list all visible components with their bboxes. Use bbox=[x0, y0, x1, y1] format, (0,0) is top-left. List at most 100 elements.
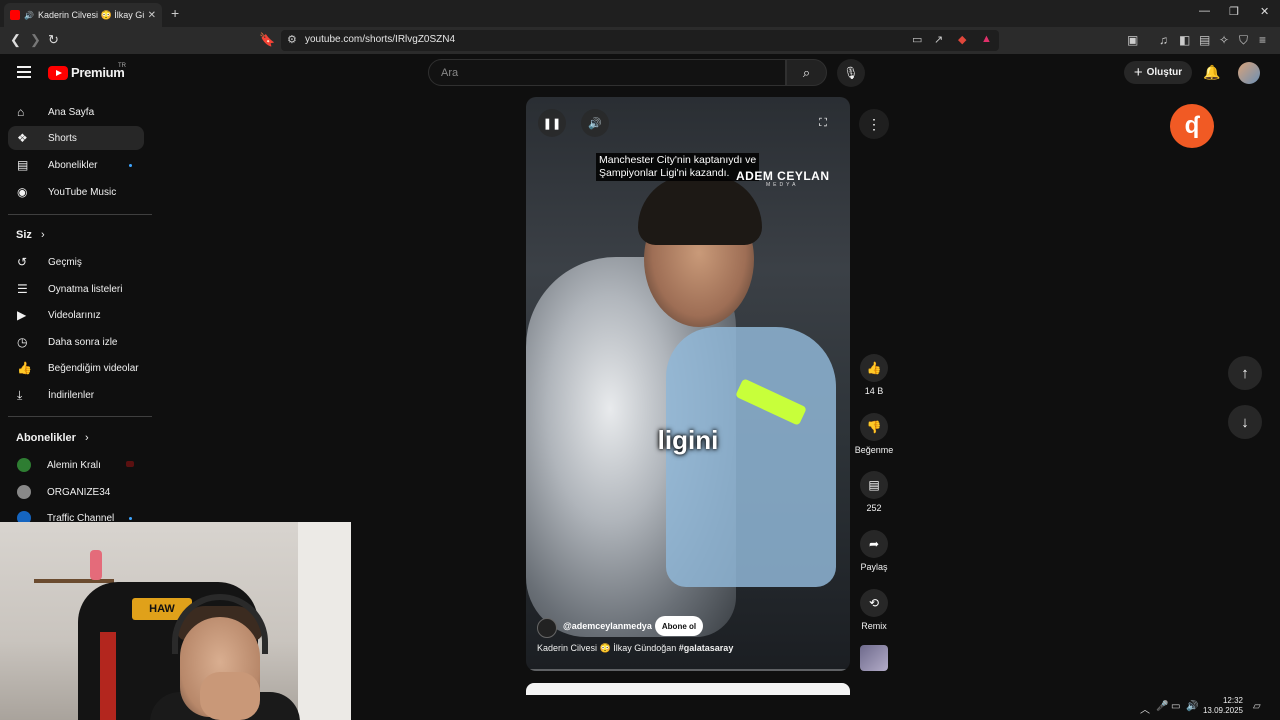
caption-line: Şampiyonlar Ligi'ni kazandı. bbox=[599, 167, 730, 179]
comment-count: 252 bbox=[866, 503, 882, 513]
channel-avatar[interactable] bbox=[537, 618, 557, 638]
sidebar-item-home[interactable]: ⌂ Ana Sayfa bbox=[8, 100, 144, 124]
channel-handle[interactable]: @ademceylanmedya bbox=[563, 621, 652, 631]
menu-icon[interactable]: ≡ bbox=[1259, 33, 1266, 47]
guide-menu-icon[interactable] bbox=[17, 66, 31, 78]
network-icon[interactable]: ▭ bbox=[1171, 701, 1180, 712]
sidebar-toggle-icon[interactable]: ◧ bbox=[1179, 33, 1190, 47]
like-action[interactable]: 👍 14 B bbox=[853, 354, 895, 396]
audio-playing-icon[interactable]: 🔊 bbox=[24, 11, 34, 20]
thumbs-down-icon: 👎 bbox=[866, 420, 882, 434]
brave-shield-icon[interactable]: ◆ bbox=[958, 33, 966, 46]
sidebar-item-your-videos[interactable]: ▶ Videolarınız bbox=[8, 303, 144, 327]
sidebar-item-youtube-music[interactable]: ◉ YouTube Music bbox=[8, 180, 144, 204]
system-clock[interactable]: 12:32 13.09.2025 bbox=[1199, 696, 1243, 716]
screenshot-icon[interactable]: ▣ bbox=[1127, 33, 1138, 47]
plus-icon: + bbox=[1133, 64, 1143, 81]
previous-short-button[interactable]: ↑ bbox=[1228, 356, 1262, 390]
sidebar-item-playlists[interactable]: ☰ Oynatma listeleri bbox=[8, 277, 144, 301]
tray-overflow-icon[interactable]: ︿ bbox=[1140, 701, 1150, 716]
video-watermark: ADEM CEYLAN bbox=[736, 169, 830, 183]
back-button[interactable]: ❮ bbox=[10, 32, 21, 48]
speaker-icon[interactable]: 🔊 bbox=[1186, 701, 1198, 712]
share-icon[interactable]: ↗ bbox=[934, 33, 943, 46]
sidebar-item-history[interactable]: ↺ Geçmiş bbox=[8, 250, 144, 274]
wallet-icon[interactable]: ▤ bbox=[1199, 33, 1210, 47]
account-avatar[interactable] bbox=[1238, 62, 1260, 84]
browser-tab[interactable]: 🔊 Kaderin Cilvesi 😳 İlkay Günd ✕ bbox=[4, 3, 162, 27]
volume-button[interactable]: 🔊 bbox=[581, 109, 609, 137]
minimize-button[interactable]: — bbox=[1199, 5, 1210, 17]
voice-search-button[interactable]: 🎙 bbox=[837, 59, 865, 87]
sidebar-subscriptions-heading[interactable]: Abonelikler › bbox=[16, 432, 89, 444]
sidebar: ⌂ Ana Sayfa ❖ Shorts ▤ Abonelikler ◉ You… bbox=[0, 94, 160, 525]
create-button[interactable]: + Oluştur bbox=[1124, 61, 1192, 84]
sound-thumbnail[interactable] bbox=[860, 645, 888, 671]
sidebar-channel-item[interactable]: ORGANIZE34 bbox=[8, 480, 144, 504]
watch-later-icon: ◷ bbox=[17, 335, 28, 349]
dislike-action[interactable]: 👎 Beğenme bbox=[853, 413, 895, 455]
share-button[interactable]: ➦ bbox=[860, 530, 888, 558]
share-action[interactable]: ➦ Paylaş bbox=[853, 530, 895, 572]
sidebar-item-subscriptions[interactable]: ▤ Abonelikler bbox=[8, 153, 144, 177]
remix-button[interactable]: ⟲ bbox=[860, 589, 888, 617]
next-short-button[interactable]: ↓ bbox=[1228, 405, 1262, 439]
video-progress-bar[interactable] bbox=[526, 669, 850, 671]
comment-icon: ▤ bbox=[868, 478, 880, 492]
sidebar-item-shorts[interactable]: ❖ Shorts bbox=[8, 126, 144, 150]
dislike-button[interactable]: 👎 bbox=[860, 413, 888, 441]
channel-avatar bbox=[17, 485, 31, 499]
sidebar-item-label: Videolarınız bbox=[48, 309, 101, 321]
sidebar-item-watch-later[interactable]: ◷ Daha sonra izle bbox=[8, 330, 144, 354]
youtube-premium-logo[interactable]: Premium bbox=[48, 65, 125, 80]
subscribe-button[interactable]: Abone ol bbox=[655, 616, 703, 636]
dislike-label: Beğenme bbox=[854, 445, 894, 455]
video-title[interactable]: Kaderin Cilvesi 😳 İlkay Gündoğan #galata… bbox=[537, 643, 733, 654]
video-watermark-sub: MEDYA bbox=[766, 182, 799, 188]
address-bar[interactable]: ⚙ youtube.com/shorts/IRlvgZ0SZN4 ▭ ↗ ◆ ▲ bbox=[281, 30, 999, 51]
sidebar-item-liked-videos[interactable]: 👍 Beğendiğim videolar bbox=[8, 356, 144, 380]
notifications-bell-icon[interactable]: 🔔 bbox=[1203, 64, 1220, 81]
vpn-icon[interactable]: ⛉ bbox=[1239, 33, 1248, 48]
like-button[interactable]: 👍 bbox=[860, 354, 888, 382]
webcam-bottle bbox=[90, 550, 102, 580]
microphone-tray-icon[interactable]: 🎤 bbox=[1156, 701, 1168, 712]
reload-button[interactable]: ↻ bbox=[48, 32, 59, 48]
rewards-icon[interactable]: ▲ bbox=[981, 33, 992, 45]
chevron-right-icon: › bbox=[84, 432, 89, 444]
sidebar-item-downloads[interactable]: ⤓ İndirilenler bbox=[8, 383, 144, 407]
remix-action[interactable]: ⟲ Remix bbox=[853, 589, 895, 631]
comments-action[interactable]: ▤ 252 bbox=[853, 471, 895, 513]
search-button[interactable]: ⌕ bbox=[786, 59, 827, 86]
arrow-down-icon: ↓ bbox=[1241, 413, 1249, 431]
shorts-video-player[interactable]: ❚❚ 🔊 ⛶ Manchester City'nin kaptanıydı ve… bbox=[526, 97, 850, 671]
youtube-favicon-icon bbox=[10, 10, 20, 20]
hashtag-link[interactable]: #galatasaray bbox=[679, 643, 734, 653]
comments-button[interactable]: ▤ bbox=[860, 471, 888, 499]
home-icon: ⌂ bbox=[17, 105, 25, 119]
bookmark-icon[interactable]: 🔖 bbox=[259, 32, 275, 48]
search-input[interactable]: Ara bbox=[428, 59, 786, 86]
video-subtitle: ligini bbox=[657, 425, 719, 455]
webcam-wall bbox=[298, 522, 351, 720]
sidebar-channel-item[interactable]: Alemin Kralı bbox=[8, 453, 144, 477]
close-window-button[interactable]: ✕ bbox=[1260, 5, 1269, 18]
next-short-preview[interactable] bbox=[526, 683, 850, 695]
close-tab-icon[interactable]: ✕ bbox=[148, 10, 156, 21]
subscriptions-heading-text: Abonelikler bbox=[16, 432, 76, 444]
fullscreen-button[interactable]: ⛶ bbox=[809, 109, 837, 137]
restore-button[interactable]: ❐ bbox=[1229, 5, 1239, 18]
pause-button[interactable]: ❚❚ bbox=[538, 109, 566, 137]
forward-button[interactable]: ❯ bbox=[30, 32, 41, 48]
downloads-icon: ⤓ bbox=[17, 387, 23, 402]
leo-ai-icon[interactable]: ✧ bbox=[1219, 33, 1229, 47]
cast-icon[interactable]: ▭ bbox=[912, 33, 922, 46]
site-info-icon[interactable]: ⚙ bbox=[287, 33, 297, 46]
sidebar-you-heading[interactable]: Siz › bbox=[16, 229, 45, 241]
url-text[interactable]: youtube.com/shorts/IRlvgZ0SZN4 bbox=[305, 34, 455, 45]
more-options-button[interactable]: ⋮ bbox=[859, 109, 889, 139]
media-icon[interactable]: ♫ bbox=[1159, 33, 1168, 47]
channel-logo-badge-icon: ʠ bbox=[1170, 104, 1214, 148]
notification-center-icon[interactable]: ▱ bbox=[1253, 701, 1261, 712]
new-tab-button[interactable]: + bbox=[171, 5, 179, 21]
